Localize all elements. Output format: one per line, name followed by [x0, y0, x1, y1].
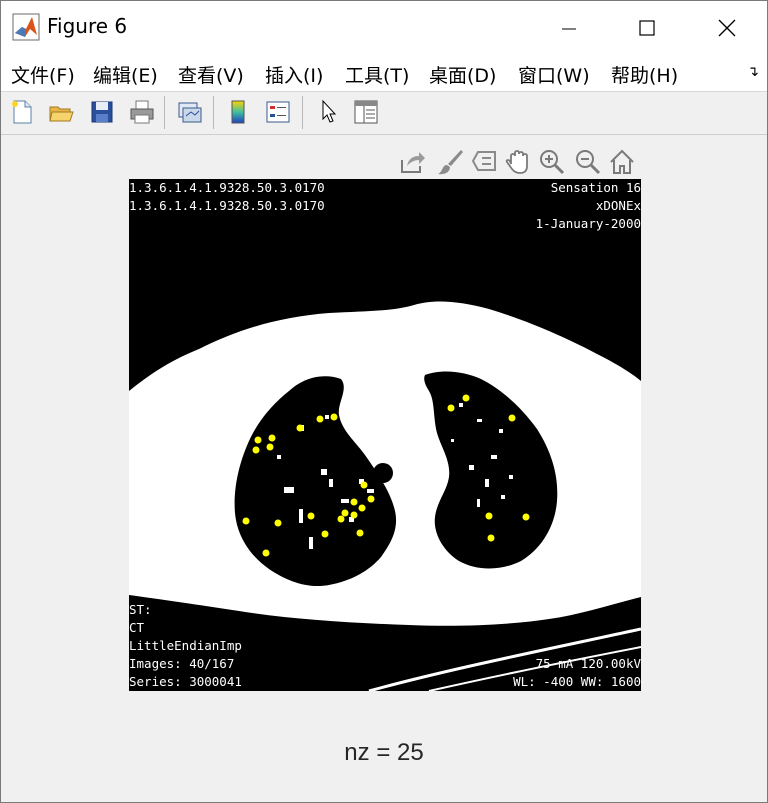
open-file-icon[interactable]	[46, 97, 76, 127]
new-figure-icon[interactable]	[7, 97, 37, 127]
overlay-line: 1-January-2000	[535, 216, 641, 231]
menu-view[interactable]: 查看(V)	[178, 61, 244, 88]
figure-toolbar	[1, 92, 767, 135]
overlay-top-left: 1.3.6.1.4.1.9328.50.3.0170 1.3.6.1.4.1.9…	[129, 179, 325, 215]
overlay-bottom-right: 75 mA 120.00kV WL: -400 WW: 1600	[513, 655, 641, 691]
menu-help[interactable]: 帮助(H)	[611, 61, 678, 88]
menu-edit[interactable]: 编辑(E)	[93, 61, 158, 88]
link-plot-icon[interactable]	[175, 97, 205, 127]
menu-insert[interactable]: 插入(I)	[265, 61, 323, 88]
minimize-icon	[562, 28, 576, 29]
zoom-out-icon[interactable]	[573, 147, 603, 177]
export-icon[interactable]	[397, 147, 427, 177]
maximize-icon	[639, 19, 655, 36]
overlay-line: CT	[129, 620, 145, 635]
title-bar[interactable]: Figure 6	[1, 1, 767, 54]
menu-tools[interactable]: 工具(T)	[345, 61, 409, 88]
brush-icon[interactable]	[435, 147, 465, 177]
dock-arrow-icon[interactable]: ↴	[747, 64, 759, 80]
pan-icon[interactable]	[503, 147, 533, 177]
minimize-button[interactable]	[529, 1, 609, 54]
overlay-line: WL: -400 WW: 1600	[513, 674, 641, 689]
overlay-line: Sensation 16	[550, 180, 641, 195]
maximize-button[interactable]	[607, 1, 687, 54]
matlab-icon	[12, 13, 40, 41]
menu-file[interactable]: 文件(F)	[11, 61, 75, 88]
menu-window[interactable]: 窗口(W)	[518, 61, 590, 88]
zoom-in-icon[interactable]	[537, 147, 567, 177]
property-inspector-icon[interactable]	[351, 97, 381, 127]
overlay-line: 1.3.6.1.4.1.9328.50.3.0170	[129, 180, 325, 195]
figure-window: Figure 6 文件(F) 编辑(E) 查看(V) 插入(I) 工具(T) 桌…	[0, 0, 768, 803]
toolbar-separator	[302, 96, 303, 129]
overlay-line: ST:	[129, 602, 152, 617]
overlay-bottom-left: ST: CT LittleEndianImp Images: 40/167 Se…	[129, 601, 242, 691]
toolbar-separator	[164, 96, 165, 129]
x-axis-label: nz = 25	[344, 739, 424, 766]
close-icon	[718, 19, 736, 36]
overlay-line: LittleEndianImp	[129, 638, 242, 653]
toolbar-separator	[213, 96, 214, 129]
overlay-line: Images: 40/167	[129, 656, 235, 671]
overlay-top-right: Sensation 16 xDONEx 1-January-2000	[536, 179, 641, 233]
overlay-line: Series: 3000041	[129, 674, 242, 689]
colorbar-icon[interactable]	[223, 97, 253, 127]
figure-canvas: 1.3.6.1.4.1.9328.50.3.0170 1.3.6.1.4.1.9…	[1, 135, 767, 802]
print-icon[interactable]	[127, 97, 157, 127]
window-title: Figure 6	[47, 14, 128, 38]
close-button[interactable]	[687, 1, 767, 54]
legend-icon[interactable]	[263, 97, 293, 127]
menu-desktop[interactable]: 桌面(D)	[429, 61, 496, 88]
save-icon[interactable]	[87, 97, 117, 127]
home-icon[interactable]	[607, 147, 637, 177]
overlay-line: xDONEx	[595, 198, 641, 213]
data-tips-icon[interactable]	[469, 147, 499, 177]
overlay-line: 75 mA 120.00kV	[535, 656, 641, 671]
edit-plot-arrow-icon[interactable]	[313, 97, 343, 127]
overlay-line: 1.3.6.1.4.1.9328.50.3.0170	[129, 198, 325, 213]
ct-image-axes[interactable]: 1.3.6.1.4.1.9328.50.3.0170 1.3.6.1.4.1.9…	[129, 179, 641, 691]
menu-bar: 文件(F) 编辑(E) 查看(V) 插入(I) 工具(T) 桌面(D) 窗口(W…	[1, 54, 767, 92]
